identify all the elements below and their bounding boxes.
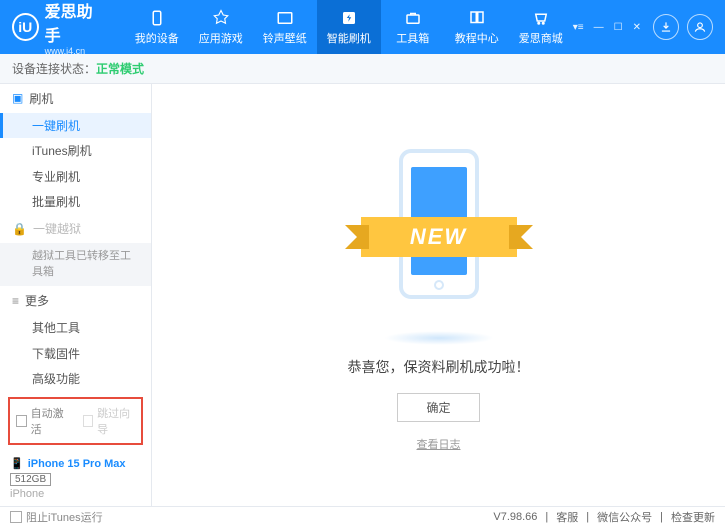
success-graphic: NEW [369,139,509,339]
sidebar-item-advanced[interactable]: 高级功能 [0,366,151,391]
block-itunes-checkbox[interactable]: 阻止iTunes运行 [10,509,103,525]
jailbreak-note[interactable]: 越狱工具已转移至工具箱 [0,243,151,286]
book-icon [467,8,487,28]
app-name: 爱思助手 [45,0,105,46]
sidebar-item-itunes[interactable]: iTunes刷机 [0,138,151,163]
nav-tutorials[interactable]: 教程中心 [445,0,509,54]
nav-apps[interactable]: 应用游戏 [189,0,253,54]
more-icon: ≡ [12,294,19,308]
device-info[interactable]: 📱iPhone 15 Pro Max 512GB iPhone [0,451,151,506]
logo-icon: iU [12,13,39,41]
sidebar-item-firmware[interactable]: 下载固件 [0,340,151,365]
nav-store[interactable]: 爱思商城 [509,0,573,54]
minimize-icon[interactable]: — [594,22,604,33]
image-icon [275,8,295,28]
wechat-link[interactable]: 微信公众号 [597,509,652,525]
ok-button[interactable]: 确定 [397,393,479,422]
apps-icon [211,8,231,28]
sidebar-section-flash[interactable]: ▣刷机 [0,84,151,113]
storage-badge: 512GB [10,473,51,486]
app-url: www.i4.cn [45,46,105,56]
device-type: iPhone [10,488,141,500]
flash-section-icon: ▣ [12,91,23,105]
sidebar-item-batch[interactable]: 批量刷机 [0,189,151,214]
close-icon[interactable]: ✕ [633,22,641,33]
skip-guide-checkbox: 跳过向导 [83,405,136,437]
menu-icon[interactable]: ▾≡ [573,22,584,33]
nav-toolbox[interactable]: 工具箱 [381,0,445,54]
app-logo: iU 爱思助手 www.i4.cn [12,0,105,56]
sidebar-section-jailbreak: 🔒一键越狱 [0,214,151,243]
download-button[interactable] [653,14,679,40]
sidebar-section-more[interactable]: ≡更多 [0,286,151,315]
sidebar-item-pro[interactable]: 专业刷机 [0,164,151,189]
flash-icon [339,8,359,28]
status-mode: 正常模式 [96,60,144,77]
phone-icon: 📱 [10,457,24,470]
status-label: 设备连接状态： [12,60,96,77]
auto-activate-checkbox[interactable]: 自动激活 [16,405,69,437]
user-button[interactable] [687,14,713,40]
version-label: V7.98.66 [493,511,537,523]
update-link[interactable]: 检查更新 [671,509,715,525]
new-banner: NEW [361,217,517,257]
sidebar-item-oneclick[interactable]: 一键刷机 [0,113,151,138]
sidebar-item-tools[interactable]: 其他工具 [0,315,151,340]
device-icon [147,8,167,28]
nav-my-device[interactable]: 我的设备 [125,0,189,54]
options-box: 自动激活 跳过向导 [8,397,143,445]
cart-icon [531,8,551,28]
success-message: 恭喜您，保资料刷机成功啦！ [348,357,530,377]
nav-flash[interactable]: 智能刷机 [317,0,381,54]
support-link[interactable]: 客服 [556,509,578,525]
maximize-icon[interactable]: ☐ [614,22,623,33]
nav-ringtones[interactable]: 铃声壁纸 [253,0,317,54]
status-bar: 设备连接状态： 正常模式 [0,54,725,84]
lock-icon: 🔒 [12,222,27,236]
toolbox-icon [403,8,423,28]
view-log-link[interactable]: 查看日志 [417,436,461,452]
